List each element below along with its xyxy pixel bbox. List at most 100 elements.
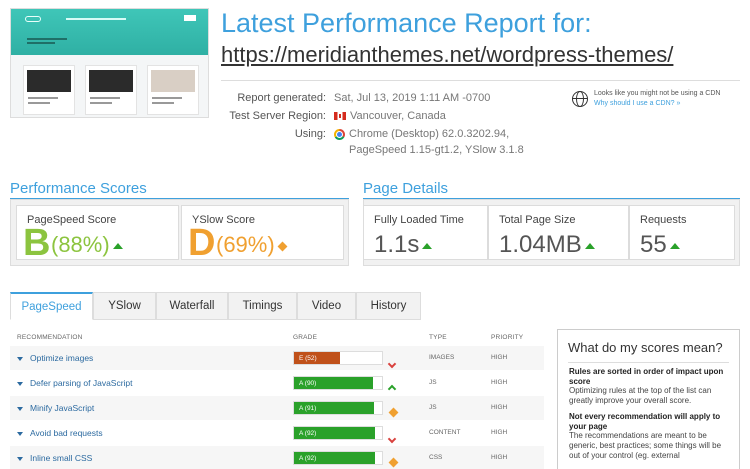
- recommendation-priority: HIGH: [491, 429, 508, 436]
- page-size-card: Total Page Size 1.04MB: [488, 205, 629, 260]
- report-url-link[interactable]: https://meridianthemes.net/wordpress-the…: [221, 40, 673, 70]
- page-size-label: Total Page Size: [499, 214, 576, 226]
- fully-loaded-card: Fully Loaded Time 1.1s: [364, 205, 488, 260]
- canada-flag-icon: [334, 112, 346, 121]
- column-header-type: TYPE: [429, 334, 447, 341]
- grade-text: A (91): [299, 405, 317, 412]
- site-thumbnail: [10, 8, 209, 118]
- recommendation-type: CSS: [429, 454, 443, 461]
- grade-bar: A (92): [293, 426, 383, 440]
- cdn-notice-text: Looks like you might not be using a CDN: [594, 90, 721, 97]
- explainer-text-2: The recommendations are meant to be gene…: [569, 431, 722, 460]
- grade-bar: A (91): [293, 401, 383, 415]
- grade-bar: E (52): [293, 351, 383, 365]
- recommendation-name[interactable]: Minify JavaScript: [17, 403, 94, 413]
- recommendation-priority: HIGH: [491, 454, 508, 461]
- recommendation-name[interactable]: Optimize images: [17, 353, 93, 363]
- chrome-icon: [334, 128, 345, 140]
- using-browser-value: Chrome (Desktop) 62.0.3202.94,: [334, 128, 509, 140]
- performance-scores-heading: Performance Scores: [10, 180, 147, 197]
- thumbnail-card: [85, 65, 137, 115]
- recommendation-name[interactable]: Defer parsing of JavaScript: [17, 378, 133, 388]
- pagespeed-score-card: PageSpeed Score B (88%): [16, 205, 179, 264]
- explainer-text-1: Optimizing rules at the top of the list …: [569, 386, 712, 406]
- recommendation-type: CONTENT: [429, 429, 461, 436]
- trend-up-icon: [669, 242, 680, 249]
- column-header-grade: GRADE: [293, 334, 318, 341]
- grade-fill: A (91): [294, 402, 375, 414]
- pagespeed-grade: B: [23, 222, 51, 264]
- requests-value: 55: [640, 230, 680, 260]
- cdn-info-link[interactable]: Why should I use a CDN? »: [594, 99, 680, 109]
- recommendation-priority: HIGH: [491, 379, 508, 386]
- using-label: Using:: [294, 128, 326, 140]
- trend-neutral-icon: [277, 241, 288, 252]
- divider: [221, 80, 740, 81]
- grade-fill: A (90): [294, 377, 374, 389]
- fully-loaded-value: 1.1s: [374, 230, 433, 260]
- table-row[interactable]: Avoid bad requests A (92) CONTENT HIGH: [10, 421, 544, 445]
- trend-up-icon: [422, 242, 433, 249]
- tab-video[interactable]: Video: [297, 292, 356, 320]
- trend-up-icon: [584, 242, 595, 249]
- yslow-grade: D: [188, 222, 216, 264]
- thumbnail-card: [23, 65, 75, 115]
- tab-history[interactable]: History: [356, 292, 421, 320]
- recommendation-name[interactable]: Inline small CSS: [17, 453, 92, 463]
- fully-loaded-label: Fully Loaded Time: [374, 214, 464, 226]
- page-details-panel: Fully Loaded Time 1.1s Total Page Size 1…: [363, 199, 740, 266]
- requests-card: Requests 55: [629, 205, 735, 260]
- report-generated-label: Report generated:: [237, 92, 326, 104]
- tab-waterfall[interactable]: Waterfall: [156, 292, 228, 320]
- explainer-title: What do my scores mean?: [568, 340, 723, 355]
- tab-timings[interactable]: Timings: [228, 292, 297, 320]
- using-versions-value: PageSpeed 1.15-gt1.2, YSlow 3.1.8: [349, 144, 524, 156]
- thumbnail-hero: [11, 9, 208, 55]
- yslow-percent: (69%): [216, 232, 288, 258]
- recommendation-type: JS: [429, 404, 437, 411]
- page-size-value: 1.04MB: [499, 230, 595, 260]
- explainer-heading-1: Rules are sorted in order of impact upon…: [569, 367, 724, 386]
- yslow-score-card: YSlow Score D (69%): [181, 205, 344, 264]
- recommendation-priority: HIGH: [491, 354, 508, 361]
- table-row[interactable]: Defer parsing of JavaScript A (90) JS HI…: [10, 371, 544, 395]
- report-generated-value: Sat, Jul 13, 2019 1:11 AM -0700: [334, 92, 491, 104]
- trend-neutral-icon: [388, 404, 399, 422]
- grade-fill: A (92): [294, 427, 375, 439]
- recommendation-type: IMAGES: [429, 354, 455, 361]
- page-details-heading: Page Details: [363, 180, 449, 197]
- table-row[interactable]: Inline small CSS A (92) CSS HIGH: [10, 446, 544, 469]
- trend-neutral-icon: [388, 454, 399, 469]
- tab-yslow[interactable]: YSlow: [93, 292, 156, 320]
- grade-fill: A (92): [294, 452, 375, 464]
- requests-label: Requests: [640, 214, 687, 226]
- grade-bar: A (90): [293, 376, 383, 390]
- column-header-recommendation: RECOMMENDATION: [17, 334, 83, 341]
- trend-up-icon: [387, 379, 397, 397]
- recommendation-type: JS: [429, 379, 437, 386]
- trend-down-icon: [387, 429, 397, 447]
- explainer-heading-2: Not every recommendation will apply to y…: [569, 411, 721, 431]
- grade-text: A (92): [299, 430, 317, 437]
- tab-pagespeed[interactable]: PageSpeed: [10, 292, 93, 320]
- divider: [568, 362, 729, 363]
- scores-explainer-box: What do my scores mean? Rules are sorted…: [557, 329, 740, 469]
- recommendation-priority: HIGH: [491, 404, 508, 411]
- globe-icon: [572, 91, 588, 107]
- grade-text: A (92): [299, 455, 317, 462]
- explainer-body: Rules are sorted in order of impact upon…: [569, 367, 734, 466]
- report-title: Latest Performance Report for:: [221, 8, 592, 38]
- trend-down-icon: [387, 354, 397, 372]
- grade-bar: A (92): [293, 451, 383, 465]
- server-region-label: Test Server Region:: [229, 110, 326, 122]
- trend-up-icon: [112, 243, 123, 250]
- table-row[interactable]: Optimize images E (52) IMAGES HIGH: [10, 346, 544, 370]
- grade-fill: E (52): [294, 352, 340, 364]
- grade-text: A (90): [299, 380, 317, 387]
- performance-scores-panel: PageSpeed Score B (88%) YSlow Score D (6…: [10, 199, 349, 266]
- pagespeed-percent: (88%): [51, 232, 123, 258]
- server-region-value: Vancouver, Canada: [334, 110, 446, 122]
- table-row[interactable]: Minify JavaScript A (91) JS HIGH: [10, 396, 544, 420]
- recommendation-name[interactable]: Avoid bad requests: [17, 428, 103, 438]
- column-header-priority: PRIORITY: [491, 334, 524, 341]
